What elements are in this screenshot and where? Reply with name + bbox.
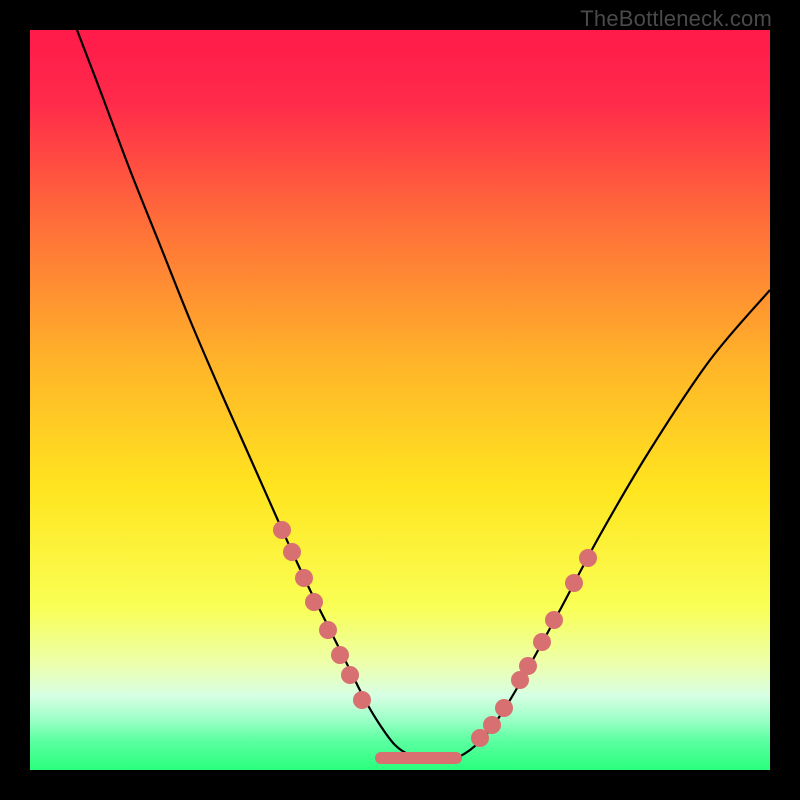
plot-area [30, 30, 770, 770]
data-dot [545, 611, 563, 629]
data-dot [533, 633, 551, 651]
data-dot [483, 716, 501, 734]
data-dot [305, 593, 323, 611]
bottom-bar [375, 752, 462, 764]
data-dot [519, 657, 537, 675]
data-dot [495, 699, 513, 717]
data-dot [283, 543, 301, 561]
data-dot [273, 521, 291, 539]
data-dot [565, 574, 583, 592]
data-dot [295, 569, 313, 587]
data-dot [579, 549, 597, 567]
data-dot [341, 666, 359, 684]
chart-frame: TheBottleneck.com [0, 0, 800, 800]
data-dot [319, 621, 337, 639]
gradient-background [30, 30, 770, 770]
data-dot [353, 691, 371, 709]
watermark-text: TheBottleneck.com [580, 6, 772, 32]
chart-svg [30, 30, 770, 770]
data-dot [331, 646, 349, 664]
